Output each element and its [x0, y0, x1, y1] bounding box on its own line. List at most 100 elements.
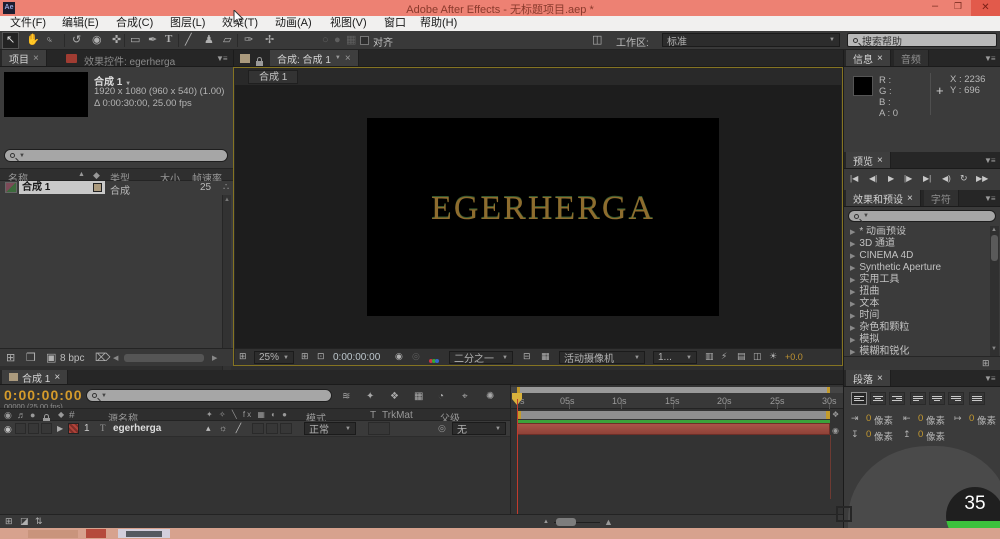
audio-button[interactable]: ◀) — [942, 174, 951, 183]
tab-character[interactable]: 字符 — [923, 190, 959, 206]
menu-edit[interactable]: 编辑(E) — [62, 16, 99, 31]
close-icon[interactable]: × — [907, 193, 913, 204]
new-preset-icon[interactable]: ⊞ — [982, 359, 990, 368]
transfer-controls-toggle-icon[interactable]: ◪ — [20, 517, 29, 526]
view-layout-dropdown[interactable]: 1... ▼ — [653, 351, 697, 364]
maximize-button[interactable]: ❐ — [948, 1, 968, 16]
menu-file[interactable]: 文件(F) — [10, 16, 46, 31]
justify-last-right-button[interactable] — [948, 392, 964, 405]
effects-category[interactable]: ▶ CINEMA 4D — [844, 250, 989, 262]
chevron-right-icon[interactable]: ▶ — [850, 265, 855, 272]
snapshot-icon[interactable]: ◉ — [395, 352, 403, 361]
transparency-grid-icon[interactable]: ▦ — [541, 352, 550, 361]
comp-canvas[interactable]: EGERHERGA — [367, 118, 719, 316]
pan-behind-tool-icon[interactable]: ✜ — [112, 35, 121, 46]
viewer-tab-comp1[interactable]: 合成 1 — [248, 70, 299, 84]
layer-audio-cell[interactable] — [15, 423, 26, 434]
justify-all-button[interactable] — [969, 392, 985, 405]
zoom-slider-thumb[interactable] — [556, 518, 576, 526]
panel-menu-icon[interactable]: ▼≡ — [984, 54, 996, 63]
project-hscrollbar[interactable] — [124, 354, 204, 362]
scroll-up-icon[interactable]: ▲ — [991, 227, 997, 233]
always-preview-icon[interactable]: ⊞ — [239, 352, 247, 361]
tab-project[interactable]: 项目 × — [2, 50, 47, 66]
first-frame-button[interactable]: |◀ — [850, 174, 858, 183]
close-icon[interactable]: × — [54, 372, 60, 383]
align-right-button[interactable] — [889, 392, 905, 405]
interpret-footage-icon[interactable]: ⊞ — [6, 353, 15, 364]
inout-controls-toggle-icon[interactable]: ⇅ — [35, 517, 43, 526]
chevron-right-icon[interactable]: ▶ — [850, 241, 855, 248]
tab-timeline-comp1[interactable]: 合成 1 × — [2, 370, 69, 385]
ram-preview-button[interactable]: ▶▶ — [976, 174, 988, 183]
graph-editor-icon[interactable]: ✺ — [486, 391, 494, 402]
shy-layers-icon[interactable]: ❖ — [390, 391, 399, 402]
tab-preview[interactable]: 预览 × — [846, 152, 891, 168]
expand-layers-toggle-icon[interactable]: ⊞ — [5, 517, 13, 526]
workspace-dropdown[interactable]: 标准 ▼ — [662, 33, 840, 48]
snap-checkbox[interactable] — [360, 36, 369, 45]
time-ruler[interactable]: 0s 05s 10s 15s 20s 25s 30s — [511, 393, 843, 409]
effects-category[interactable]: ▶ 模糊和锐化 — [844, 346, 989, 356]
effects-search-input[interactable]: ▼ — [848, 210, 996, 222]
timeline-search-input[interactable]: ▼ — [86, 389, 332, 402]
close-icon[interactable]: × — [877, 373, 883, 384]
menu-composition[interactable]: 合成(C) — [116, 16, 153, 31]
layer-duration-bar[interactable] — [517, 423, 830, 435]
comp-timecode[interactable]: 0:00:00:00 — [333, 352, 380, 363]
layer-lock-cell[interactable] — [41, 423, 52, 434]
comp-viewer[interactable]: EGERHERGA — [235, 85, 841, 348]
brush-tool-icon[interactable]: ╱ — [185, 35, 192, 46]
resolution-dropdown[interactable]: 二分之一 ▼ — [449, 351, 513, 365]
lock-icon[interactable] — [256, 57, 263, 66]
project-row-comp1[interactable]: 合成 1 合成 25 ∴ — [0, 181, 233, 197]
exposure-value[interactable]: +0.0 — [785, 352, 803, 362]
layer-mode-dropdown[interactable]: 正常 ▼ — [304, 422, 356, 436]
align-center-button[interactable] — [870, 392, 886, 405]
scroll-left-icon[interactable]: ◀ — [113, 354, 118, 362]
camera-icon[interactable]: ◉ — [832, 426, 839, 435]
menu-layer[interactable]: 图层(L) — [170, 16, 205, 31]
effects-category[interactable]: ▶ Synthetic Aperture — [844, 262, 989, 274]
layer-switch-cell[interactable] — [280, 423, 292, 434]
panel-menu-icon[interactable]: ▼≡ — [984, 374, 996, 383]
scroll-right-icon[interactable]: ▶ — [212, 354, 217, 362]
channels-icon[interactable] — [429, 354, 439, 366]
bpc-label[interactable]: 8 bpc — [60, 353, 84, 364]
layer-label-swatch[interactable] — [68, 423, 79, 434]
fast-previews-icon[interactable]: ⚡ — [721, 352, 727, 361]
justify-last-center-button[interactable] — [929, 392, 945, 405]
chevron-right-icon[interactable]: ▶ — [850, 313, 855, 320]
effects-category[interactable]: ▶ 模拟 — [844, 334, 989, 346]
panel-menu-icon[interactable]: ▼≡ — [984, 156, 996, 165]
menu-animation[interactable]: 动画(A) — [275, 16, 312, 31]
hand-tool-icon[interactable]: ✋ — [26, 35, 40, 46]
effects-scrollbar[interactable]: ▲ ▼ — [990, 226, 999, 356]
tab-info[interactable]: 信息 × — [846, 50, 891, 66]
comp-mini-flowchart-icon[interactable]: ≋ — [342, 391, 350, 402]
chevron-right-icon[interactable]: ▶ — [850, 301, 855, 308]
layer-row[interactable]: ◉ ▶ 1 T egerherga ▴ ☼ ╱ 正常 ▼ ◎ 无 ▼ — [0, 421, 510, 437]
roto-brush-tool-icon[interactable]: ✑ — [244, 35, 253, 46]
indent-right-value[interactable]: 0 — [918, 413, 923, 424]
shield-icon[interactable]: ❖ — [832, 410, 839, 419]
timeline-button-icon[interactable]: ▤ — [737, 352, 746, 361]
parent-pickwhip-icon[interactable]: ◎ — [438, 423, 446, 434]
next-frame-button[interactable]: |▶ — [904, 174, 912, 183]
effects-category[interactable]: ▶ 扭曲 — [844, 286, 989, 298]
draft-3d-icon[interactable]: ✦ — [366, 391, 374, 402]
timeline-timecode[interactable]: 0:00:00:00 — [4, 387, 83, 403]
chevron-right-icon[interactable]: ▶ — [850, 349, 855, 356]
tab-audio[interactable]: 音频 — [893, 50, 929, 66]
loop-button[interactable]: ↻ — [960, 173, 968, 184]
chevron-down-icon[interactable]: ▼ — [335, 55, 341, 61]
shape-tool-icon[interactable]: ▭ — [130, 35, 140, 46]
chevron-right-icon[interactable]: ▶ — [850, 253, 855, 260]
effects-category[interactable]: ▶ 3D 通道 — [844, 238, 989, 250]
space-after-value[interactable]: 0 — [918, 429, 923, 440]
effects-category[interactable]: ▶ 时间 — [844, 310, 989, 322]
flowchart-icon[interactable]: ∴ — [223, 182, 229, 193]
layer-expand-icon[interactable]: ▶ — [57, 424, 63, 433]
menu-window[interactable]: 窗口 — [384, 16, 406, 31]
frame-blend-icon[interactable]: ▦ — [414, 391, 423, 402]
